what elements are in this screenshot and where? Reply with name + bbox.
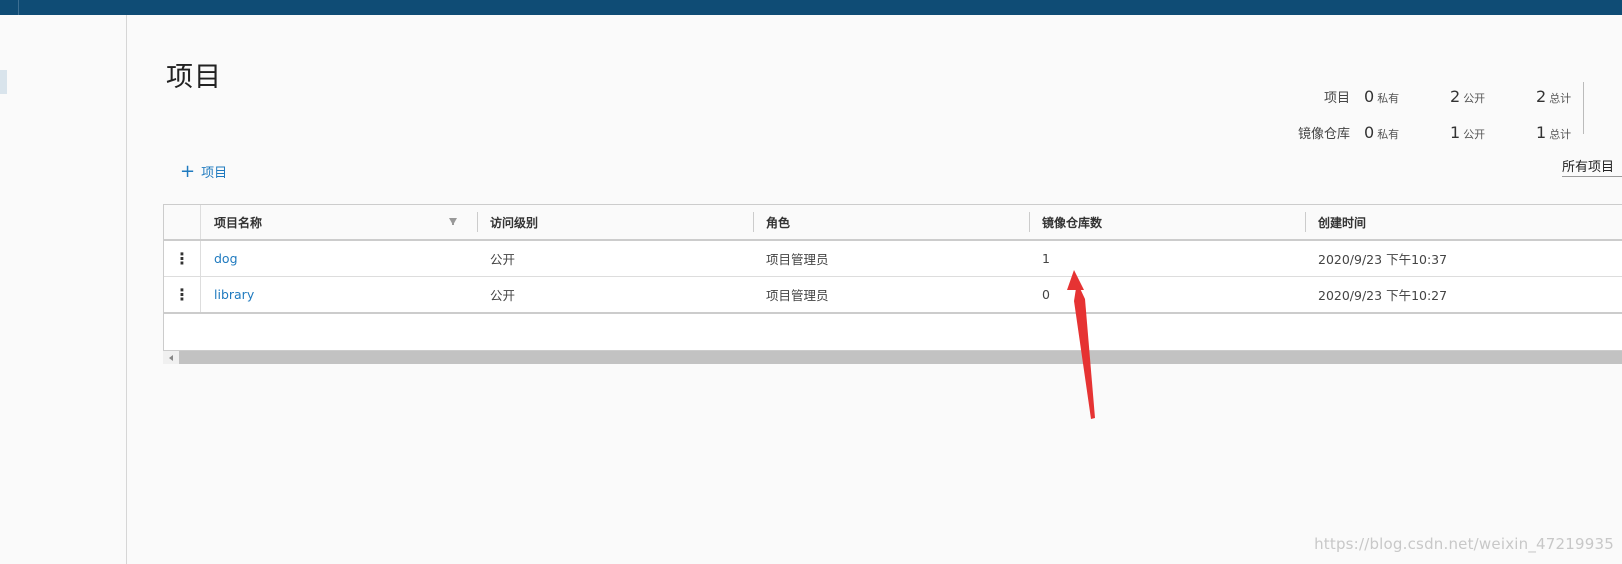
project-filter-select[interactable]: 所有项目 bbox=[1562, 156, 1622, 177]
column-header-label: 访问级别 bbox=[490, 215, 539, 230]
stat-public: 1 公开 bbox=[1450, 123, 1536, 142]
cell-project-name: dog bbox=[214, 241, 238, 276]
stat-private-label: 私有 bbox=[1377, 91, 1400, 105]
plus-icon: + bbox=[180, 160, 196, 182]
stat-private-count: 0 bbox=[1364, 122, 1375, 142]
projects-datagrid: 项目名称 访问级别 角色 镜像仓库数 创建时间 ⋮ dog 公开 项目管理员 1… bbox=[163, 204, 1622, 351]
stats-divider bbox=[1583, 82, 1584, 134]
stat-private: 0 私有 bbox=[1364, 87, 1450, 106]
stat-public-label: 公开 bbox=[1463, 127, 1486, 141]
add-project-label: 项目 bbox=[201, 166, 228, 181]
action-column-divider bbox=[200, 205, 201, 239]
stat-total-count: 2 bbox=[1536, 86, 1547, 106]
column-header-created[interactable]: 创建时间 bbox=[1318, 205, 1366, 239]
more-vertical-icon[interactable]: ⋮ bbox=[164, 241, 200, 276]
cell-access-level: 公开 bbox=[490, 252, 516, 267]
scroll-left-icon[interactable] bbox=[163, 351, 179, 364]
header-divider bbox=[18, 0, 19, 15]
cell-role: 项目管理员 bbox=[766, 288, 829, 303]
table-row: ⋮ library 公开 项目管理员 0 2020/9/23 下午10:27 bbox=[164, 277, 1622, 314]
column-separator[interactable] bbox=[1305, 212, 1306, 232]
column-header-label: 项目名称 bbox=[214, 215, 263, 230]
stat-private: 0 私有 bbox=[1364, 123, 1450, 142]
stat-public-count: 1 bbox=[1450, 122, 1461, 142]
more-vertical-icon[interactable]: ⋮ bbox=[164, 277, 200, 312]
column-header-label: 镜像仓库数 bbox=[1042, 215, 1103, 230]
sidenav-active-indicator[interactable] bbox=[0, 70, 7, 94]
column-separator[interactable] bbox=[477, 212, 478, 232]
action-column-divider bbox=[200, 277, 201, 312]
datagrid-footer bbox=[164, 314, 1622, 350]
page-title: 项目 bbox=[166, 62, 222, 93]
column-header-access[interactable]: 访问级别 bbox=[490, 205, 538, 239]
table-row: ⋮ dog 公开 项目管理员 1 2020/9/23 下午10:37 bbox=[164, 241, 1622, 277]
column-header-label: 创建时间 bbox=[1318, 215, 1367, 230]
cell-created-time: 2020/9/23 下午10:37 bbox=[1318, 252, 1448, 267]
column-header-label: 角色 bbox=[766, 215, 791, 230]
datagrid-header: 项目名称 访问级别 角色 镜像仓库数 创建时间 bbox=[164, 205, 1622, 241]
filter-icon[interactable] bbox=[449, 218, 457, 225]
stat-public-label: 公开 bbox=[1463, 91, 1486, 105]
stat-total-label: 总计 bbox=[1549, 127, 1572, 141]
stats-row-label: 镜像仓库 bbox=[1297, 126, 1350, 142]
cell-access-level: 公开 bbox=[490, 288, 516, 303]
project-name-link[interactable]: dog bbox=[214, 251, 238, 266]
stat-total-label: 总计 bbox=[1549, 91, 1572, 105]
project-name-link[interactable]: library bbox=[214, 287, 254, 302]
stat-total: 2 总计 bbox=[1536, 87, 1572, 106]
stats-row-repositories: 镜像仓库 0 私有 1 公开 1 总计 bbox=[1298, 114, 1572, 150]
column-separator[interactable] bbox=[1029, 212, 1030, 232]
stat-private-count: 0 bbox=[1364, 86, 1375, 106]
project-stats-panel: 项目 0 私有 2 公开 2 总计 镜像仓库 0 私有 1 公开 1 总计 bbox=[1298, 78, 1584, 150]
stats-row-label: 项目 bbox=[1323, 90, 1350, 106]
cell-repo-count: 0 bbox=[1042, 287, 1050, 302]
top-header-bar bbox=[0, 0, 1622, 15]
column-header-name[interactable]: 项目名称 bbox=[214, 205, 262, 239]
cell-repo-count: 1 bbox=[1042, 251, 1050, 266]
side-navigation bbox=[0, 15, 127, 564]
watermark: https://blog.csdn.net/weixin_47219935 bbox=[1314, 535, 1614, 553]
stat-private-label: 私有 bbox=[1377, 127, 1400, 141]
cell-created-time: 2020/9/23 下午10:27 bbox=[1318, 288, 1448, 303]
stat-total: 1 总计 bbox=[1536, 123, 1572, 142]
stat-public: 2 公开 bbox=[1450, 87, 1536, 106]
cell-role: 项目管理员 bbox=[766, 252, 829, 267]
stat-public-count: 2 bbox=[1450, 86, 1461, 106]
stat-total-count: 1 bbox=[1536, 122, 1547, 142]
action-column-divider bbox=[200, 241, 201, 276]
column-header-repo-count[interactable]: 镜像仓库数 bbox=[1042, 205, 1102, 239]
column-separator[interactable] bbox=[753, 212, 754, 232]
column-header-role[interactable]: 角色 bbox=[766, 205, 790, 239]
add-project-button[interactable]: + 项目 bbox=[180, 162, 227, 181]
cell-project-name: library bbox=[214, 277, 254, 312]
horizontal-scrollbar[interactable] bbox=[163, 351, 1622, 364]
stats-row-projects: 项目 0 私有 2 公开 2 总计 bbox=[1298, 78, 1572, 114]
